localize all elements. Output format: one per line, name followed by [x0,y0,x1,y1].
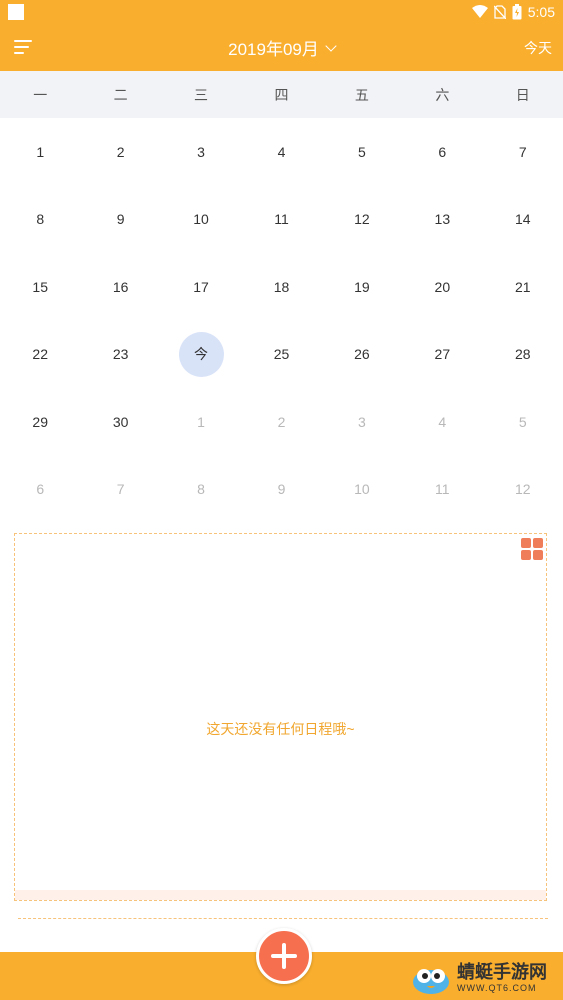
day-cell[interactable]: 2 [80,118,160,186]
day-cell[interactable]: 30 [80,388,160,456]
next-month-day-cell[interactable]: 5 [483,388,563,456]
next-month-day-cell[interactable]: 6 [0,456,80,524]
calendar-week: 22 23 今 25 26 27 28 [0,321,563,389]
day-cell[interactable]: 7 [483,118,563,186]
watermark: 蜻蜓手游网 WWW.QT6.COM [409,958,559,998]
weekday-label: 四 [274,86,289,103]
month-title[interactable]: 2019年09月 [228,35,319,60]
day-cell[interactable]: 4 [241,118,321,186]
day-cell[interactable]: 1 [0,118,80,186]
day-cell[interactable]: 16 [80,253,160,321]
day-cell[interactable]: 21 [483,253,563,321]
next-month-day-cell[interactable]: 4 [402,388,482,456]
grid-view-icon[interactable] [521,538,543,560]
notification-icon [8,4,24,20]
weekday-label: 三 [194,86,209,103]
month-selector: 2019年09月 [0,24,563,71]
status-bar: 5:05 [0,0,563,24]
calendar-week: 6 7 8 9 10 11 12 [0,456,563,524]
calendar-week: 29 30 1 2 3 4 5 [0,388,563,456]
watermark-url: WWW.QT6.COM [457,983,537,993]
next-month-day-cell[interactable]: 2 [241,388,321,456]
wifi-icon [471,5,488,18]
empty-schedule-message: 这天还没有任何日程哦~ [206,721,355,737]
day-cell[interactable]: 10 [161,186,241,254]
no-sim-icon [493,5,506,19]
day-cell[interactable]: 28 [483,321,563,389]
today-marker: 今 [178,331,224,377]
day-cell[interactable]: 17 [161,253,241,321]
today-button[interactable]: 今天 [524,38,552,58]
next-month-day-cell[interactable]: 10 [322,456,402,524]
day-cell[interactable]: 6 [402,118,482,186]
day-cell[interactable]: 8 [0,186,80,254]
next-month-day-cell[interactable]: 8 [161,456,241,524]
next-month-day-cell[interactable]: 3 [322,388,402,456]
status-icons: 5:05 [471,3,555,21]
day-cell[interactable]: 22 [0,321,80,389]
calendar-week: 8 9 10 11 12 13 14 [0,186,563,254]
day-cell[interactable]: 29 [0,388,80,456]
next-month-day-cell[interactable]: 1 [161,388,241,456]
day-cell[interactable]: 12 [322,186,402,254]
day-cell[interactable]: 9 [80,186,160,254]
day-cell[interactable]: 26 [322,321,402,389]
chevron-down-icon[interactable] [325,39,337,52]
add-schedule-button[interactable] [256,928,312,984]
next-month-day-cell[interactable]: 11 [402,456,482,524]
next-month-day-cell[interactable]: 12 [483,456,563,524]
weekday-label: 日 [515,86,530,103]
dragonfly-logo-icon [413,969,449,994]
weekday-label: 一 [33,86,48,103]
day-cell[interactable]: 5 [322,118,402,186]
status-time: 5:05 [527,4,555,20]
weekday-label: 六 [435,86,450,103]
watermark-name: 蜻蜓手游网 [457,962,547,982]
day-cell[interactable]: 15 [0,253,80,321]
day-cell[interactable]: 23 [80,321,160,389]
weekday-label: 二 [113,86,128,103]
day-cell[interactable]: 18 [241,253,321,321]
dashed-divider [18,918,548,919]
day-cell[interactable]: 19 [322,253,402,321]
next-month-day-cell[interactable]: 7 [80,456,160,524]
top-bar: 2019年09月 今天 [0,24,563,71]
day-cell[interactable]: 25 [241,321,321,389]
weekday-label: 五 [354,86,369,103]
day-cell[interactable]: 27 [402,321,482,389]
day-cell[interactable]: 3 [161,118,241,186]
day-cell[interactable]: 14 [483,186,563,254]
day-cell[interactable]: 20 [402,253,482,321]
calendar-grid: 1 2 3 4 5 6 7 8 9 10 11 12 13 14 15 16 1… [0,118,563,523]
schedule-panel: 这天还没有任何日程哦~ [14,533,547,901]
calendar-week: 15 16 17 18 19 20 21 [0,253,563,321]
battery-icon [512,4,522,20]
today-cell[interactable]: 今 [161,321,241,389]
panel-divider [15,890,546,900]
day-cell[interactable]: 11 [241,186,321,254]
next-month-day-cell[interactable]: 9 [241,456,321,524]
calendar-week: 1 2 3 4 5 6 7 [0,118,563,186]
day-cell[interactable]: 13 [402,186,482,254]
weekday-header: 一 二 三 四 五 六 日 [0,71,563,118]
